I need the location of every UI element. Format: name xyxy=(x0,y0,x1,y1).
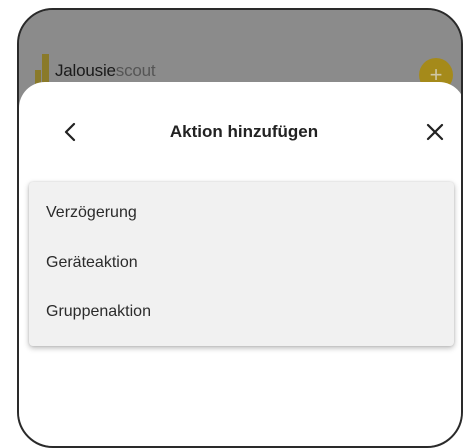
brand-name-bold: Jalousie xyxy=(55,61,116,80)
menu-item-gruppenaktion[interactable]: Gruppenaktion xyxy=(46,303,151,321)
close-icon xyxy=(426,123,444,141)
brand-name: Jalousiescout xyxy=(55,61,156,81)
close-button[interactable] xyxy=(423,120,447,144)
menu-item-geraeteaktion[interactable]: Geräteaktion xyxy=(46,254,138,272)
sheet-header: Aktion hinzufügen xyxy=(19,110,447,158)
menu-item-verzoegerung[interactable]: Verzögerung xyxy=(46,204,137,222)
action-menu: Verzögerung Geräteaktion Gruppenaktion xyxy=(29,182,454,346)
brand-name-light: scout xyxy=(115,61,156,80)
sheet-title: Aktion hinzufügen xyxy=(169,122,319,141)
bottom-sheet: Aktion hinzufügen Verzögerung Geräteakti… xyxy=(19,82,461,446)
device-frame: Jalousiescout + Aktion hinzufügen Verzög… xyxy=(17,8,463,448)
screen: Jalousiescout + Aktion hinzufügen Verzög… xyxy=(0,0,464,448)
